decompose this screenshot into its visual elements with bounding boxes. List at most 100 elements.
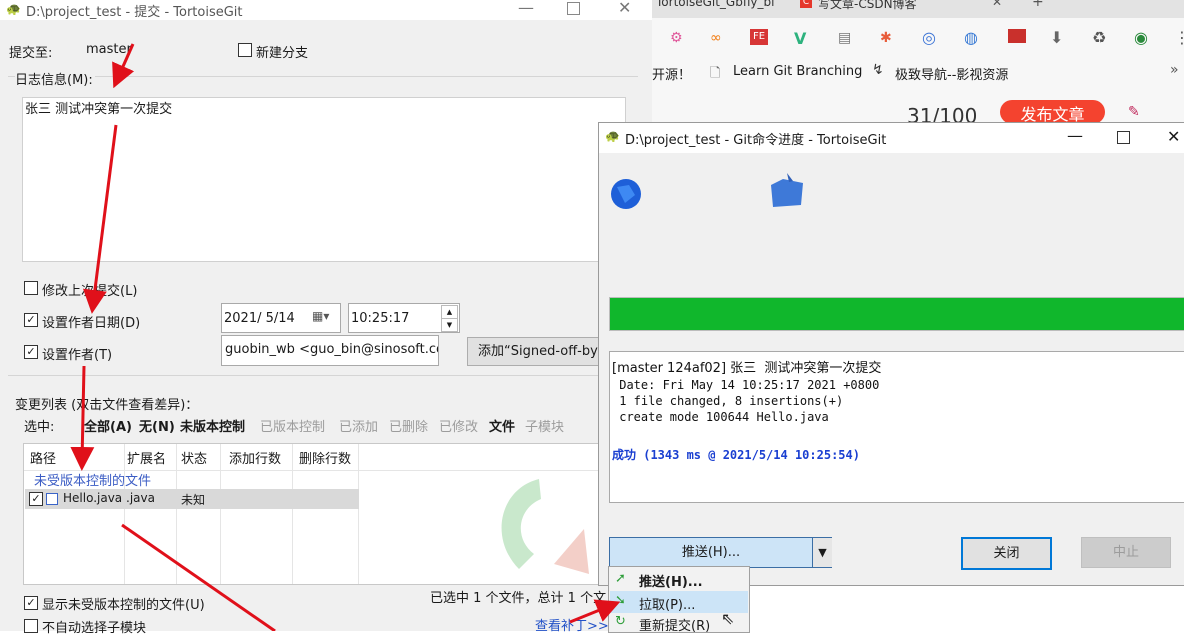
dropdown-arrow-icon[interactable]: ▼: [812, 538, 832, 567]
signed-off-button[interactable]: 添加“Signed-off-by”: [467, 337, 610, 366]
push-arrow-icon: ➚: [615, 571, 626, 586]
set-date-label: 设置作者日期(D): [42, 316, 141, 331]
filter-unversioned[interactable]: 未版本控制: [180, 416, 245, 435]
overflow-icon[interactable]: »: [1170, 62, 1179, 78]
row-path: Hello.java: [63, 491, 123, 505]
spin-up-icon[interactable]: ▲: [441, 305, 458, 319]
show-unversioned-checkbox[interactable]: ✓: [24, 596, 38, 610]
column-ext[interactable]: 扩展名: [127, 448, 166, 467]
filter-deleted[interactable]: 已删除: [389, 416, 428, 435]
new-branch-checkbox[interactable]: [238, 43, 252, 57]
commit-to-label: 提交至:: [9, 46, 53, 61]
close-icon[interactable]: ✕: [1167, 127, 1180, 146]
time-value: 10:25:17: [351, 311, 410, 326]
menu-item-label: 重新提交(R): [639, 619, 711, 634]
network-icon[interactable]: ✱: [880, 30, 892, 46]
dots-icon[interactable]: [1008, 29, 1026, 43]
tab-close-icon[interactable]: ✕: [992, 0, 1002, 9]
more-icon[interactable]: ⋮: [1174, 28, 1184, 47]
author-value: guobin_wb <guo_bin@sinosoft.com.: [225, 342, 439, 357]
abort-button[interactable]: 中止: [1081, 537, 1171, 568]
bookmark[interactable]: 开源！: [652, 64, 691, 83]
column-divider: [358, 444, 359, 584]
pull-arrow-icon: ➘: [615, 593, 626, 608]
maximize-icon[interactable]: [1117, 131, 1130, 144]
infinity-icon[interactable]: ∞: [710, 30, 722, 46]
view-patch-link[interactable]: 查看补丁>>: [535, 615, 609, 634]
changes-label: 变更列表 (双击文件查看差异)：: [15, 398, 199, 413]
filter-none[interactable]: 无(N): [139, 416, 175, 435]
translate-icon[interactable]: ◍: [964, 28, 978, 47]
nav-icon: ↯: [872, 62, 884, 78]
bookmark[interactable]: 极致导航--影视资源: [895, 64, 1021, 83]
output-log[interactable]: [master 124af02] 张三 测试冲突第一次提交 Date: Fri …: [609, 351, 1184, 503]
filter-modified[interactable]: 已修改: [439, 416, 478, 435]
download-icon[interactable]: ⬇: [1050, 28, 1063, 47]
column-status[interactable]: 状态: [181, 448, 207, 467]
csdn-icon: C: [800, 0, 812, 8]
push-button[interactable]: 推送(H)...: [610, 538, 812, 567]
menu-item-label: 拉取(P)...: [639, 598, 696, 613]
filter-versioned[interactable]: 已版本控制: [260, 416, 325, 435]
column-divider: [292, 444, 293, 584]
date-picker[interactable]: 2021/ 5/14 ▦▾: [221, 303, 341, 333]
file-list[interactable]: 路径 扩展名 状态 添加行数 删除行数 未受版本控制的文件 ✓ Hello.ja…: [23, 443, 600, 585]
time-picker[interactable]: 10:25:17 ▲ ▼: [348, 303, 460, 333]
browser-tab-active[interactable]: 写文章-CSDN博客: [818, 0, 917, 12]
menu-item-push[interactable]: ➚ 推送(H)...: [609, 568, 749, 590]
close-button[interactable]: 关闭: [961, 537, 1052, 570]
column-added[interactable]: 添加行数: [229, 448, 281, 467]
briefcase-icon[interactable]: ▤: [838, 30, 851, 46]
progress-bar: [609, 297, 1184, 331]
extension-icon[interactable]: ⚙: [670, 30, 683, 46]
bookmark[interactable]: Learn Git Branching: [733, 64, 862, 79]
spin-down-icon[interactable]: ▼: [441, 318, 458, 332]
output-line: create mode 100644 Hello.java: [612, 410, 829, 424]
recycle-icon[interactable]: ♻: [1092, 28, 1106, 47]
vue-icon[interactable]: V: [794, 29, 806, 48]
globe-icon[interactable]: ◉: [1134, 28, 1148, 47]
column-divider: [176, 444, 177, 584]
browser-tabstrip: TortoiseGit_Gbfly_bl C 写文章-CSDN博客 ✕ +: [652, 0, 1184, 18]
filter-added[interactable]: 已添加: [339, 416, 378, 435]
column-path[interactable]: 路径: [30, 448, 56, 467]
select-label: 选中:: [24, 420, 55, 435]
author-field[interactable]: guobin_wb <guo_bin@sinosoft.com.: [221, 335, 439, 366]
push-split-button[interactable]: 推送(H)... ▼: [609, 537, 832, 568]
browser-tab[interactable]: TortoiseGit_Gbfly_bl: [656, 0, 786, 9]
row-checkbox[interactable]: ✓: [29, 492, 43, 506]
page-icon: 🗋: [710, 66, 721, 81]
table-row[interactable]: ✓ Hello.java .java 未知: [25, 489, 359, 509]
push-dropdown-menu: ➚ 推送(H)... ➘ 拉取(P)... ↻ 重新提交(R) ⇖: [608, 566, 750, 634]
brand-logo-icon: ✎: [1128, 104, 1140, 120]
filter-files[interactable]: 文件: [489, 416, 515, 435]
success-message: 成功 (1343 ms @ 2021/5/14 10:25:54): [612, 448, 860, 462]
tortoise-icon: 🐢: [605, 129, 620, 143]
column-divider: [124, 444, 125, 584]
java-file-icon: [46, 493, 58, 505]
close-icon[interactable]: ✕: [618, 0, 631, 17]
new-tab-icon[interactable]: +: [1032, 0, 1044, 10]
menu-item-label: 推送(H)...: [639, 575, 703, 590]
minimize-icon[interactable]: —: [518, 0, 534, 17]
log-message-textarea[interactable]: 张三 测试冲突第一次提交: [22, 97, 626, 262]
chat-icon[interactable]: ◎: [922, 28, 936, 47]
publish-button[interactable]: 发布文章: [1000, 100, 1105, 124]
output-line: [master 124af02] 张三 测试冲突第一次提交: [612, 361, 882, 376]
minimize-icon[interactable]: —: [1067, 126, 1083, 145]
set-author-checkbox[interactable]: ✓: [24, 345, 38, 359]
calendar-icon[interactable]: ▦▾: [312, 309, 329, 323]
maximize-icon[interactable]: [567, 2, 580, 15]
filter-all[interactable]: 全部(A): [84, 416, 132, 435]
mouse-cursor-icon: ⇖: [721, 609, 735, 628]
no-auto-submodule-label: 不自动选择子模块: [42, 621, 147, 636]
amend-checkbox[interactable]: [24, 281, 38, 295]
row-status: 未知: [181, 493, 206, 507]
new-branch-label: 新建分支: [256, 46, 309, 61]
tortoise-icon: 🐢: [6, 2, 21, 16]
log-message-text: 张三 测试冲突第一次提交: [25, 102, 173, 117]
set-date-checkbox[interactable]: ✓: [24, 313, 38, 327]
filter-submodules[interactable]: 子模块: [525, 416, 564, 435]
column-deleted[interactable]: 删除行数: [299, 448, 351, 467]
fe-icon[interactable]: FE: [750, 29, 768, 45]
